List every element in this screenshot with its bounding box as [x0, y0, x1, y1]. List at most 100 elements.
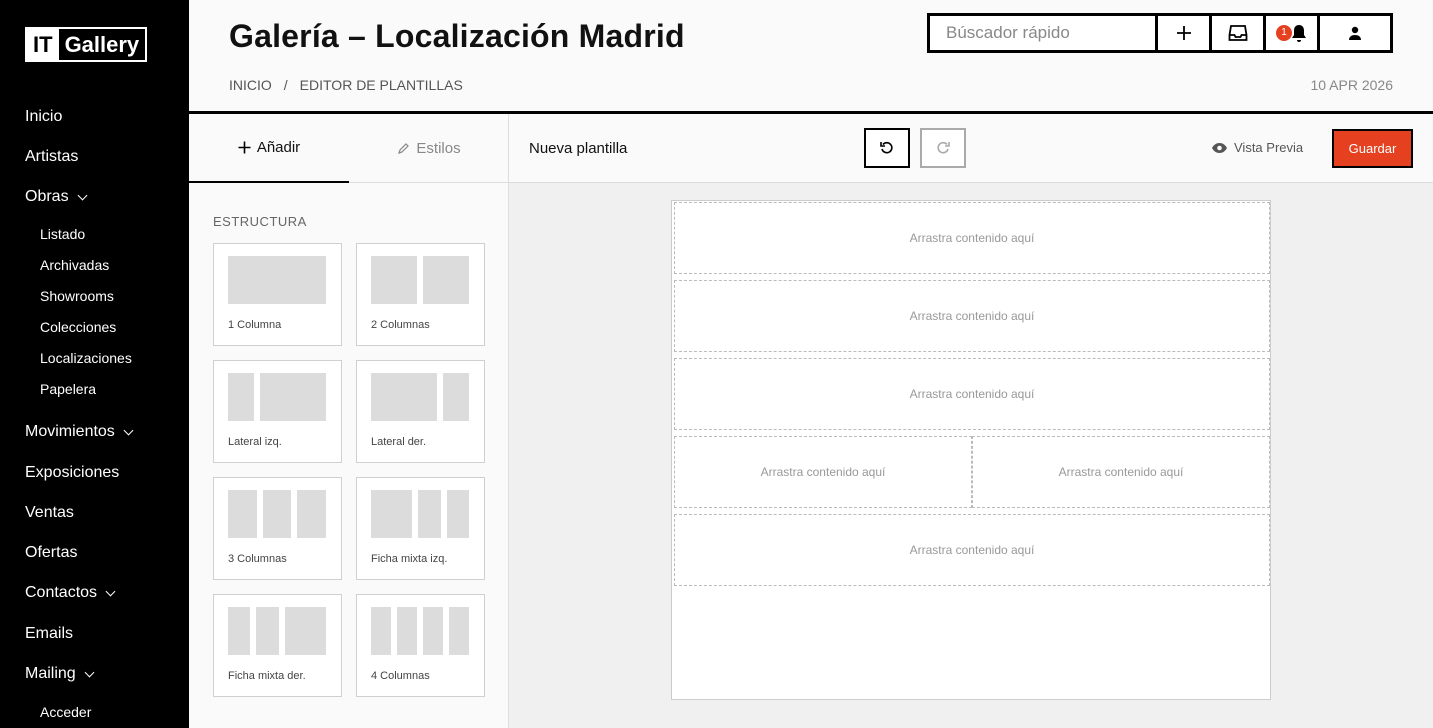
tile-2-columns[interactable]: 2 Columnas: [356, 243, 485, 346]
tile-thumbnail: [228, 373, 326, 421]
drop-zone[interactable]: Arrastra contenido aquí: [674, 358, 1270, 430]
pencil-icon: [398, 143, 410, 154]
drop-zone[interactable]: Arrastra contenido aquí: [972, 436, 1270, 508]
sidebar-subitem-showrooms[interactable]: Showrooms: [40, 288, 114, 304]
top-toolbar: 1: [927, 13, 1393, 53]
tile-ficha-mixta-der[interactable]: Ficha mixta der.: [213, 594, 342, 697]
template-sheet: Arrastra contenido aquí Arrastra conteni…: [671, 200, 1271, 700]
tile-thumbnail: [228, 490, 327, 538]
tile-thumbnail: [371, 373, 469, 421]
tile-label: 1 Columna: [228, 319, 282, 331]
inbox-icon: [1228, 25, 1247, 41]
tile-label: Lateral izq.: [228, 436, 282, 448]
inbox-button[interactable]: [1212, 16, 1266, 50]
tile-3-columns[interactable]: 3 Columnas: [213, 477, 342, 580]
tile-lateral-izq[interactable]: Lateral izq.: [213, 360, 342, 463]
editor-toolbar: Nueva plantilla Vista Previa Guardar: [509, 114, 1433, 183]
sidebar-item-ventas[interactable]: Ventas: [25, 504, 74, 522]
tile-thumbnail: [371, 256, 469, 304]
tile-ficha-mixta-izq[interactable]: Ficha mixta izq.: [356, 477, 485, 580]
plus-icon: [1176, 26, 1191, 40]
bell-icon: [1291, 25, 1306, 42]
tab-add[interactable]: Añadir: [189, 114, 349, 183]
sidebar-item-obras[interactable]: Obras: [25, 188, 88, 206]
preview-button[interactable]: Vista Previa: [1211, 140, 1303, 155]
tile-4-columns[interactable]: 4 Columnas: [356, 594, 485, 697]
sidebar-item-label: Artistas: [25, 148, 79, 165]
sidebar-item-artistas[interactable]: Artistas: [25, 148, 78, 166]
logo-it: IT: [27, 29, 59, 60]
date-label: 10 APR 2026: [1310, 77, 1393, 93]
tile-lateral-der[interactable]: Lateral der.: [356, 360, 485, 463]
page-title: Galería – Localización Madrid: [229, 18, 685, 54]
breadcrumb-current: EDITOR DE PLANTILLAS: [299, 77, 463, 93]
chevron-down-icon: [84, 667, 95, 677]
sidebar-item-exposiciones[interactable]: Exposiciones: [25, 464, 119, 482]
drop-zone[interactable]: Arrastra contenido aquí: [674, 436, 972, 508]
breadcrumb-inicio[interactable]: INICIO: [229, 77, 272, 93]
tile-label: Ficha mixta der.: [228, 670, 306, 682]
sidebar-item-mailing[interactable]: Mailing: [25, 665, 95, 683]
tile-thumbnail: [228, 607, 327, 655]
tile-label: 3 Columnas: [228, 553, 287, 565]
tab-add-label: Añadir: [256, 139, 301, 156]
undo-icon: [880, 141, 893, 154]
tile-1-column[interactable]: 1 Columna: [213, 243, 342, 346]
sidebar-subitem-colecciones[interactable]: Colecciones: [40, 319, 116, 335]
sidebar-subitem-acceder[interactable]: Acceder: [40, 704, 91, 720]
sidebar-item-label: Inicio: [25, 108, 63, 125]
logo-gallery: Gallery: [64, 32, 140, 57]
sidebar-subitem-papelera[interactable]: Papelera: [40, 381, 96, 397]
user-icon: [1349, 26, 1361, 40]
sidebar-item-label: Obras: [25, 188, 69, 205]
add-button[interactable]: [1158, 16, 1212, 50]
sidebar-item-emails[interactable]: Emails: [25, 625, 73, 643]
preview-label: Vista Previa: [1234, 140, 1304, 155]
sidebar-item-movimientos[interactable]: Movimientos: [25, 423, 134, 441]
sidebar-item-label: Ventas: [25, 504, 74, 521]
notification-badge: 1: [1276, 25, 1292, 41]
tile-label: 4 Columnas: [371, 670, 430, 682]
tab-styles[interactable]: Estilos: [349, 114, 509, 183]
tile-label: 2 Columnas: [371, 319, 430, 331]
panel-tabs: Añadir Estilos: [189, 114, 509, 183]
app: IT Gallery Inicio Artistas Obras Listado…: [0, 0, 1433, 728]
undo-button[interactable]: [864, 128, 910, 168]
redo-button[interactable]: [920, 128, 966, 168]
save-button[interactable]: Guardar: [1332, 129, 1413, 168]
sidebar-item-contactos[interactable]: Contactos: [25, 584, 116, 602]
tile-label: Lateral der.: [371, 436, 427, 448]
tile-thumbnail: [371, 490, 470, 538]
user-button[interactable]: [1320, 16, 1390, 50]
blocks-panel: Añadir Estilos ESTRUCTURA 1 Columna 2 Co…: [189, 114, 509, 728]
sidebar-item-label: Contactos: [25, 584, 98, 601]
sidebar-item-ofertas[interactable]: Ofertas: [25, 544, 77, 562]
redo-icon: [937, 141, 950, 154]
plus-icon: [238, 141, 251, 154]
sidebar-item-label: Mailing: [25, 665, 76, 682]
chevron-down-icon: [77, 190, 88, 200]
tile-thumbnail: [371, 607, 469, 655]
editor-canvas: Arrastra contenido aquí Arrastra conteni…: [509, 183, 1433, 728]
sidebar-subitem-listado[interactable]: Listado: [40, 226, 85, 242]
sidebar-item-label: Ofertas: [25, 544, 78, 561]
sidebar-subitem-localizaciones[interactable]: Localizaciones: [40, 350, 132, 366]
section-label: ESTRUCTURA: [213, 214, 307, 229]
notifications-button[interactable]: 1: [1266, 16, 1320, 50]
sidebar-subitem-archivadas[interactable]: Archivadas: [40, 257, 109, 273]
header: Galería – Localización Madrid INICIO / E…: [189, 0, 1433, 114]
sidebar-item-label: Emails: [25, 625, 74, 642]
template-name[interactable]: Nueva plantilla: [529, 140, 627, 157]
chevron-down-icon: [123, 425, 134, 435]
drop-zone[interactable]: Arrastra contenido aquí: [674, 514, 1270, 586]
drop-zone[interactable]: Arrastra contenido aquí: [674, 280, 1270, 352]
search-input[interactable]: [930, 16, 1158, 50]
logo[interactable]: IT Gallery: [25, 27, 148, 62]
drop-zone[interactable]: Arrastra contenido aquí: [674, 202, 1270, 274]
sidebar-item-label: Exposiciones: [25, 464, 120, 481]
breadcrumb-separator: /: [283, 77, 288, 93]
tab-styles-label: Estilos: [416, 140, 461, 157]
sidebar-item-inicio[interactable]: Inicio: [25, 108, 62, 126]
tile-thumbnail: [228, 256, 326, 304]
tile-label: Ficha mixta izq.: [371, 553, 448, 565]
